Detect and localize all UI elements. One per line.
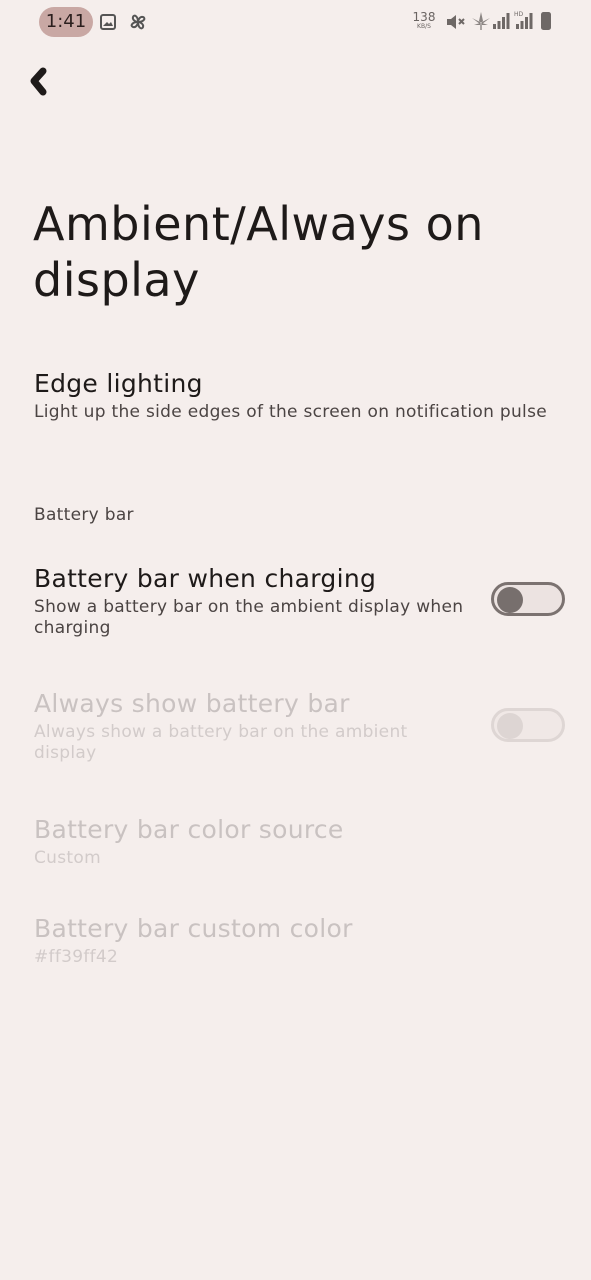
always-show-battery-bar-summary: Always show a battery bar on the ambient…	[34, 722, 408, 763]
network-speed: 138 KB/S	[410, 11, 438, 30]
chevron-left-icon	[30, 67, 47, 96]
edge-lighting-summary: Light up the side edges of the screen on…	[34, 402, 547, 422]
mute-icon	[445, 12, 467, 36]
pinwheel-icon	[127, 11, 149, 37]
battery-bar-color-source-title: Battery bar color source	[34, 815, 344, 844]
battery-bar-charging-summary: Show a battery bar on the ambient displa…	[34, 597, 464, 638]
signal-icon	[492, 12, 510, 34]
network-speed-value: 138	[412, 10, 436, 24]
status-clock: 1:41	[39, 7, 93, 37]
battery-bar-charging-preference[interactable]: Battery bar when charging Show a battery…	[34, 563, 464, 639]
battery-bar-custom-color-preference[interactable]: Battery bar custom color #ff39ff42	[34, 913, 554, 968]
cannabis-leaf-icon	[470, 11, 492, 35]
battery-bar-custom-color-summary: #ff39ff42	[34, 947, 119, 967]
battery-bar-color-source-preference[interactable]: Battery bar color source Custom	[34, 814, 554, 869]
switch-thumb	[497, 713, 523, 739]
battery-icon	[540, 11, 552, 35]
battery-bar-custom-color-title: Battery bar custom color	[34, 914, 353, 943]
edge-lighting-preference[interactable]: Edge lighting Light up the side edges of…	[34, 368, 554, 423]
always-show-battery-bar-preference[interactable]: Always show battery bar Always show a ba…	[34, 688, 464, 764]
battery-bar-category-header: Battery bar	[34, 505, 134, 525]
signal-hd-icon: HD	[514, 10, 536, 34]
page-title: Ambient/Always on display	[33, 197, 484, 307]
network-speed-unit: KB/S	[417, 23, 431, 30]
battery-bar-charging-switch[interactable]	[491, 582, 565, 616]
svg-text:HD: HD	[514, 11, 524, 18]
status-bar: 1:41 138 KB/S HD	[0, 0, 591, 44]
battery-bar-color-source-summary: Custom	[34, 848, 101, 868]
battery-bar-charging-title: Battery bar when charging	[34, 564, 377, 593]
always-show-battery-bar-switch[interactable]	[491, 708, 565, 742]
back-button[interactable]	[24, 62, 64, 102]
edge-lighting-title: Edge lighting	[34, 369, 203, 398]
gallery-icon	[99, 13, 117, 35]
switch-thumb	[497, 587, 523, 613]
always-show-battery-bar-title: Always show battery bar	[34, 689, 350, 718]
